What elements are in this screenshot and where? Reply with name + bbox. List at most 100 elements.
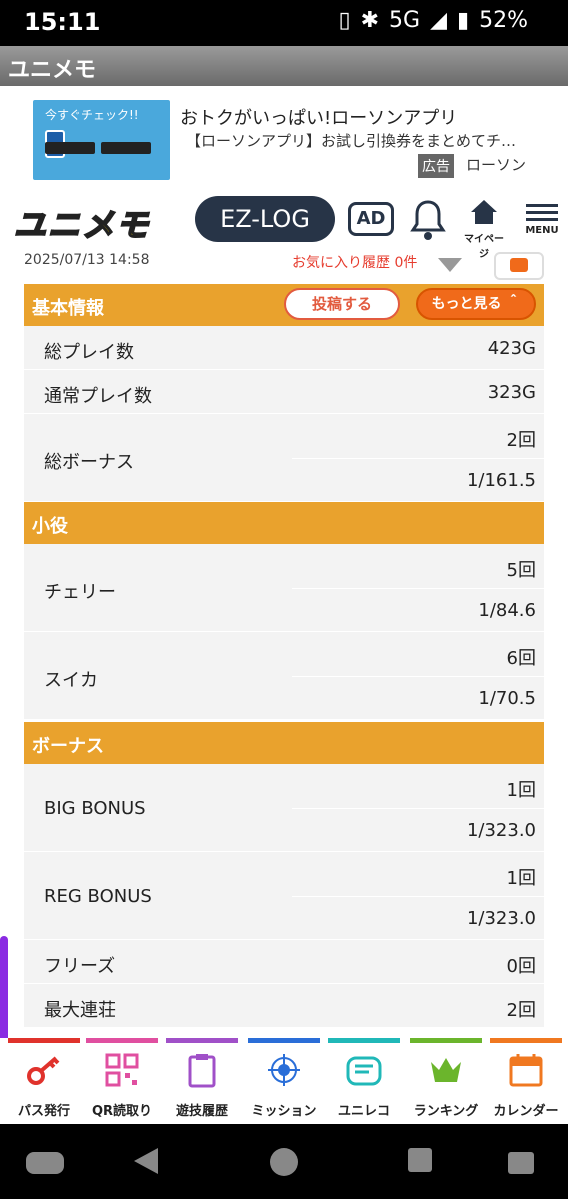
row-value: 0回 <box>506 956 536 977</box>
section-title: 小役 <box>32 516 68 537</box>
hamburger-icon <box>522 204 562 221</box>
row-divider <box>292 808 544 809</box>
section-koyaku: 小役 <box>24 502 544 544</box>
row-label: 総プレイ数 <box>44 342 134 363</box>
back-icon[interactable] <box>134 1148 158 1174</box>
nav-topbar <box>86 1038 158 1043</box>
record-meta: 2025/07/13 14:58 お気に入り履歴 0件 <box>24 252 544 280</box>
nav-topbar <box>8 1038 80 1043</box>
battery-percent: 52% <box>479 8 528 33</box>
section-title: 基本情報 <box>32 298 104 319</box>
nav-label: カレンダー <box>493 1104 559 1119</box>
table-row: 最大連荘 2回 <box>24 984 544 1028</box>
qr-icon <box>105 1053 139 1087</box>
row-probability: 1/70.5 <box>478 688 536 709</box>
table-row: 総プレイ数 423G <box>24 326 544 370</box>
site-logo[interactable]: ユニメモ <box>13 200 150 246</box>
ad-banner[interactable]: 今すぐチェック!! おトクがいっぱい!ローソンアプリ 【ローソンアプリ】お試し引… <box>0 86 568 192</box>
row-count: 1回 <box>506 780 536 801</box>
row-label: REG BONUS <box>44 886 152 907</box>
clipboard-icon <box>188 1054 216 1088</box>
row-label: フリーズ <box>44 956 116 977</box>
nav-label: QR読取り <box>91 1104 153 1119</box>
key-icon <box>27 1056 60 1085</box>
nav-topbar <box>328 1038 400 1043</box>
nav-unireco[interactable]: ユニレコ <box>328 1038 400 1124</box>
bell-icon[interactable] <box>410 198 446 242</box>
gamepad-icon[interactable] <box>26 1152 64 1174</box>
row-probability: 1/84.6 <box>478 600 536 621</box>
ezlog-button[interactable]: EZ-LOG <box>195 196 335 242</box>
status-icons: ▯ ✱ 5G ◢ ▮ 52% <box>338 8 528 33</box>
network-label: 5G <box>389 8 421 33</box>
row-label: BIG BONUS <box>44 798 146 819</box>
ad-tag: 広告 <box>418 154 454 178</box>
home-icon <box>471 200 497 224</box>
row-value: 2回 <box>506 1000 536 1021</box>
row-count: 1回 <box>506 868 536 889</box>
app-title: ユニメモ <box>8 58 97 83</box>
recents-icon[interactable] <box>408 1148 432 1172</box>
nav-qr-scan[interactable]: QR読取り <box>86 1038 158 1124</box>
section-title: ボーナス <box>32 736 104 757</box>
ad-image-text: 今すぐチェック!! <box>45 108 139 122</box>
nav-pass-issue[interactable]: パス発行 <box>8 1038 80 1124</box>
table-row: REG BONUS 1回 1/323.0 <box>24 852 544 940</box>
row-value: 323G <box>487 382 536 403</box>
nav-label: パス発行 <box>17 1104 70 1119</box>
menu-button[interactable]: MENU <box>522 200 562 236</box>
nav-topbar <box>248 1038 320 1043</box>
system-nav-bar <box>0 1124 568 1199</box>
row-divider <box>292 676 544 677</box>
main-content: 2025/07/13 14:58 お気に入り履歴 0件 基本情報 投稿する もっ… <box>0 250 568 1038</box>
lock-icon[interactable] <box>508 1152 534 1174</box>
status-time: 15:11 <box>24 8 101 36</box>
ad-title[interactable]: おトクがいっぱい!ローソンアプリ <box>180 104 457 130</box>
row-label: 最大連荘 <box>44 1000 116 1021</box>
row-label: スイカ <box>44 670 98 691</box>
nav-mission[interactable]: ミッション <box>248 1038 320 1124</box>
ad-description[interactable]: 【ローソンアプリ】お試し引換券をまとめてチ… <box>186 130 546 151</box>
status-bar: 15:11 ▯ ✱ 5G ◢ ▮ 52% <box>0 0 568 46</box>
record-date: 2025/07/13 14:58 <box>24 252 150 268</box>
home-circle-icon[interactable] <box>270 1148 298 1176</box>
target-icon <box>268 1054 300 1086</box>
battery-icon: ▮ <box>456 8 470 33</box>
table-row: BIG BONUS 1回 1/323.0 <box>24 764 544 852</box>
bottom-nav: パス発行 QR読取り 遊技履歴 ミッション ユニレコ ランキング カレンダー <box>0 1038 568 1124</box>
google-play-badge <box>101 142 151 154</box>
row-probability: 1/323.0 <box>466 908 536 929</box>
row-count: 5回 <box>506 560 536 581</box>
table-row: 通常プレイ数 323G <box>24 370 544 414</box>
nav-label: ユニレコ <box>337 1104 390 1119</box>
menu-label: MENU <box>525 225 559 236</box>
ad-button[interactable]: AD <box>348 202 394 236</box>
nav-topbar <box>490 1038 562 1043</box>
row-count: 6回 <box>506 648 536 669</box>
chevron-down-icon[interactable] <box>438 258 462 272</box>
row-probability: 1/323.0 <box>466 820 536 841</box>
section-bonus: ボーナス <box>24 722 544 764</box>
unireco-icon <box>346 1056 382 1086</box>
table-row: スイカ 6回 1/70.5 <box>24 632 544 720</box>
section-basic-info: 基本情報 投稿する もっと見る ＾ <box>24 284 544 326</box>
row-divider <box>292 588 544 589</box>
row-probability: 1/161.5 <box>466 470 536 491</box>
favorite-history-link[interactable]: お気に入り履歴 0件 <box>292 252 417 272</box>
more-button[interactable]: もっと見る ＾ <box>416 288 536 320</box>
row-label: 総ボーナス <box>44 452 134 473</box>
row-label: チェリー <box>44 582 116 603</box>
app-title-bar: ユニメモ <box>0 46 568 86</box>
post-button[interactable]: 投稿する <box>284 288 400 320</box>
camera-icon[interactable] <box>494 252 544 280</box>
row-divider <box>292 896 544 897</box>
nav-calendar[interactable]: カレンダー <box>490 1038 562 1124</box>
nav-play-history[interactable]: 遊技履歴 <box>166 1038 238 1124</box>
nav-ranking[interactable]: ランキング <box>410 1038 482 1124</box>
calendar-icon <box>509 1054 543 1087</box>
ad-image[interactable]: 今すぐチェック!! <box>33 100 170 180</box>
table-row: チェリー 5回 1/84.6 <box>24 544 544 632</box>
row-label: 通常プレイ数 <box>44 386 152 407</box>
nav-label: ランキング <box>413 1104 479 1119</box>
row-count: 2回 <box>506 430 536 451</box>
